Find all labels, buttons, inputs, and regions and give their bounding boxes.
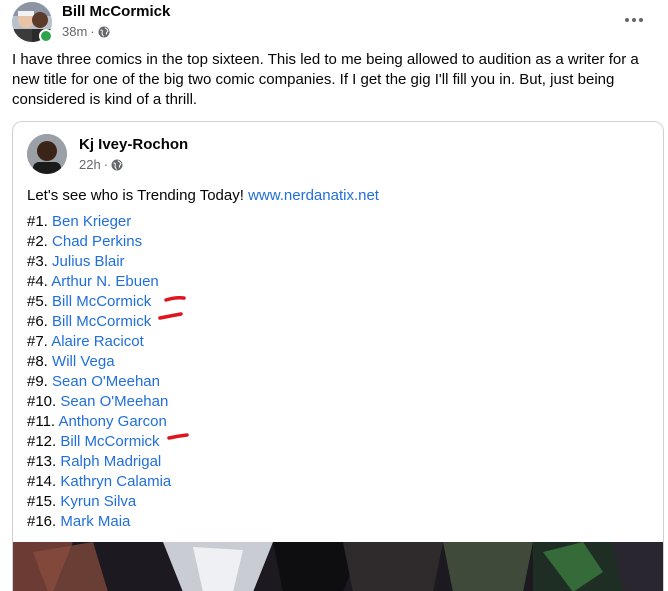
- trending-list-item: #8. Will Vega: [27, 352, 171, 372]
- trending-list-item: #15. Kyrun Silva: [27, 492, 171, 512]
- trending-list-item: #2. Chad Perkins: [27, 232, 171, 252]
- trending-name-link[interactable]: Ben Krieger: [52, 213, 131, 230]
- more-horizontal-icon: [625, 18, 643, 22]
- comic-art-preview: [13, 542, 663, 591]
- shared-author-avatar[interactable]: [27, 134, 67, 174]
- shared-post-header: Kj Ivey-Rochon 22h ·: [27, 134, 627, 174]
- trending-rank: #9.: [27, 373, 48, 390]
- trending-list-item: #4. Arthur N. Ebuen: [27, 272, 171, 292]
- globe-icon: [98, 26, 110, 37]
- trending-name-link[interactable]: Chad Perkins: [52, 233, 142, 250]
- trending-rank: #1.: [27, 213, 48, 230]
- trending-rank: #14.: [27, 473, 57, 490]
- post-meta: 38m ·: [62, 24, 110, 39]
- trending-rank: #6.: [27, 313, 48, 330]
- trending-list-item: #11. Anthony Garcon: [27, 412, 171, 432]
- trending-list-item: #12. Bill McCormick: [27, 432, 171, 452]
- trending-name-link[interactable]: Mark Maia: [60, 513, 130, 530]
- trending-list-item: #3. Julius Blair: [27, 252, 171, 272]
- shared-post-time[interactable]: 22h: [79, 157, 101, 172]
- trending-name-link[interactable]: Sean O'Meehan: [52, 373, 160, 390]
- more-options-button[interactable]: [616, 6, 652, 34]
- author-avatar[interactable]: [12, 2, 53, 43]
- trending-name-link[interactable]: Will Vega: [52, 353, 115, 370]
- intro-text: Let's see who is Trending Today!: [27, 187, 244, 204]
- meta-separator: ·: [90, 24, 95, 39]
- trending-name-link[interactable]: Julius Blair: [52, 253, 125, 270]
- shared-avatar-image: [27, 134, 67, 174]
- globe-icon: [111, 159, 123, 170]
- trending-name-link[interactable]: Sean O'Meehan: [60, 393, 168, 410]
- shared-post-intro: Let's see who is Trending Today! www.ner…: [27, 186, 379, 206]
- trending-list-item: #7. Alaire Racicot: [27, 332, 171, 352]
- trending-list-item: #10. Sean O'Meehan: [27, 392, 171, 412]
- trending-name-link[interactable]: Arthur N. Ebuen: [51, 273, 159, 290]
- trending-rank: #5.: [27, 293, 48, 310]
- trending-rank: #3.: [27, 253, 48, 270]
- trending-rank: #15.: [27, 493, 57, 510]
- shared-author-name[interactable]: Kj Ivey-Rochon: [79, 136, 188, 153]
- trending-rank: #12.: [27, 433, 57, 450]
- trending-list-item: #13. Ralph Madrigal: [27, 452, 171, 472]
- trending-name-link[interactable]: Bill McCormick: [60, 433, 159, 450]
- trending-list-item: #5. Bill McCormick: [27, 292, 171, 312]
- trending-list-item: #1. Ben Krieger: [27, 212, 171, 232]
- online-status-dot: [39, 29, 53, 43]
- trending-name-link[interactable]: Bill McCormick: [52, 293, 151, 310]
- website-link[interactable]: www.nerdanatix.net: [248, 187, 379, 204]
- shared-post-card[interactable]: Kj Ivey-Rochon 22h · Let's see who is Tr…: [12, 121, 664, 591]
- trending-list-item: #16. Mark Maia: [27, 512, 171, 532]
- trending-rank: #10.: [27, 393, 57, 410]
- trending-list-item: #14. Kathryn Calamia: [27, 472, 171, 492]
- trending-rank: #7.: [27, 333, 48, 350]
- trending-name-link[interactable]: Kathryn Calamia: [60, 473, 171, 490]
- trending-name-link[interactable]: Alaire Racicot: [51, 333, 144, 350]
- trending-rank: #11.: [27, 413, 56, 430]
- trending-name-link[interactable]: Bill McCormick: [52, 313, 151, 330]
- trending-name-link[interactable]: Anthony Garcon: [58, 413, 166, 430]
- trending-rank: #13.: [27, 453, 57, 470]
- post-header: Bill McCormick 38m ·: [12, 2, 652, 43]
- trending-rank: #16.: [27, 513, 57, 530]
- post-time[interactable]: 38m: [62, 24, 87, 39]
- shared-post-meta: 22h ·: [79, 157, 123, 172]
- trending-name-link[interactable]: Ralph Madrigal: [60, 453, 161, 470]
- post-body-text: I have three comics in the top sixteen. …: [12, 51, 639, 108]
- attached-comic-image[interactable]: [13, 542, 663, 591]
- trending-rank: #2.: [27, 233, 48, 250]
- trending-name-link[interactable]: Kyrun Silva: [60, 493, 136, 510]
- post-author-name[interactable]: Bill McCormick: [62, 3, 170, 20]
- trending-list: #1. Ben Krieger #2. Chad Perkins #3. Juliu…: [27, 212, 171, 532]
- meta-separator: ·: [103, 157, 109, 172]
- trending-rank: #4.: [27, 273, 48, 290]
- trending-list-item: #9. Sean O'Meehan: [27, 372, 171, 392]
- trending-rank: #8.: [27, 353, 48, 370]
- trending-list-item: #6. Bill McCormick: [27, 312, 171, 332]
